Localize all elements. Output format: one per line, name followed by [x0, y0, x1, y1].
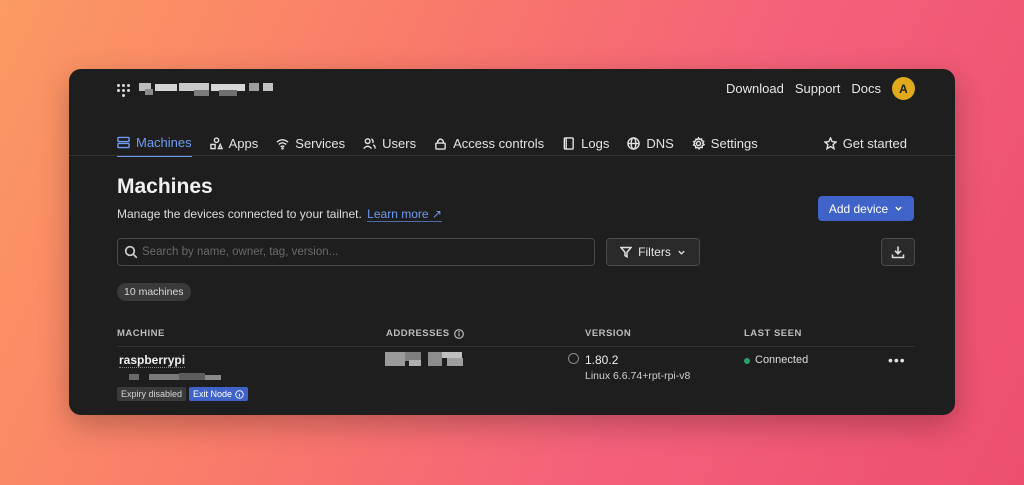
status-indicator — [744, 358, 750, 364]
filters-button[interactable]: Filters — [606, 238, 700, 266]
tab-machines[interactable]: Machines — [117, 127, 192, 157]
tab-users-label: Users — [382, 135, 417, 151]
column-header-version-label: VERSION — [585, 328, 632, 339]
column-header-machine[interactable]: MACHINE — [117, 328, 165, 339]
add-device-label: Add device — [828, 201, 889, 216]
search-box — [117, 238, 595, 266]
main-nav: Machines Apps Services Users Access cont… — [117, 127, 907, 157]
support-link[interactable]: Support — [795, 81, 841, 96]
machine-name[interactable]: raspberrypi — [119, 353, 186, 368]
docs-link[interactable]: Docs — [851, 81, 881, 96]
filters-label: Filters — [638, 245, 671, 259]
tab-dns[interactable]: DNS — [627, 127, 674, 157]
tab-settings[interactable]: Settings — [692, 127, 758, 157]
update-available-icon[interactable] — [568, 353, 579, 364]
column-header-machine-label: MACHINE — [117, 328, 165, 339]
exit-node-tag-label: Exit Node — [193, 389, 233, 399]
get-started-link[interactable]: Get started — [823, 127, 907, 157]
tab-machines-label: Machines — [136, 134, 192, 150]
wifi-icon — [276, 138, 289, 150]
subtitle-text: Manage the devices connected to your tai… — [117, 207, 362, 221]
add-device-button[interactable]: Add device — [818, 196, 914, 221]
tab-settings-label: Settings — [710, 135, 758, 151]
tab-users[interactable]: Users — [363, 127, 416, 157]
page-title: Machines — [117, 175, 213, 198]
column-header-version[interactable]: VERSION — [585, 328, 631, 339]
get-started-label: Get started — [842, 135, 907, 151]
row-menu-button[interactable]: ••• — [888, 352, 906, 368]
logo-icon[interactable] — [117, 84, 131, 97]
book-icon — [563, 136, 574, 150]
tab-logs-label: Logs — [581, 135, 610, 151]
page-subtitle: Manage the devices connected to your tai… — [117, 207, 442, 222]
apps-icon — [209, 136, 223, 149]
expiry-disabled-tag: Expiry disabled — [117, 387, 187, 401]
admin-window: Download Support Docs A Machines Apps Se… — [69, 69, 955, 415]
star-icon — [823, 136, 837, 150]
exit-node-tag[interactable]: Exit Node — [189, 387, 249, 401]
download-icon — [891, 246, 905, 259]
globe-icon — [627, 136, 641, 150]
version-number: 1.80.2 — [585, 353, 619, 367]
search-icon — [124, 245, 138, 259]
column-header-last-seen[interactable]: LAST SEEN — [744, 328, 802, 339]
os-version: Linux 6.6.74+rpt-rpi-v8 — [585, 370, 691, 382]
tab-services-label: Services — [295, 135, 346, 151]
tab-dns-label: DNS — [646, 135, 674, 151]
download-link[interactable]: Download — [726, 81, 784, 96]
users-icon — [363, 137, 377, 149]
top-bar: Download Support Docs A — [69, 69, 955, 113]
info-icon — [235, 389, 244, 399]
tab-apps[interactable]: Apps — [209, 127, 259, 157]
column-header-addresses[interactable]: ADDRESSES — [386, 328, 464, 339]
chevron-down-icon — [895, 206, 902, 211]
tab-access-controls-label: Access controls — [453, 135, 545, 151]
tab-access-controls[interactable]: Access controls — [434, 127, 544, 157]
redacted-tailnet-name — [139, 81, 273, 97]
column-header-last-seen-label: LAST SEEN — [744, 328, 802, 339]
search-input[interactable] — [142, 246, 582, 258]
tab-services[interactable]: Services — [276, 127, 345, 157]
table-header-divider — [117, 346, 915, 347]
tab-logs[interactable]: Logs — [562, 127, 609, 157]
server-icon — [117, 136, 130, 148]
lock-icon — [435, 137, 446, 150]
last-seen-status: Connected — [755, 354, 809, 366]
avatar[interactable]: A — [892, 77, 915, 100]
machine-count-badge: 10 machines — [117, 283, 191, 301]
chevron-down-icon — [678, 250, 685, 255]
nav-divider — [69, 155, 955, 156]
export-button[interactable] — [881, 238, 915, 266]
filter-icon — [620, 246, 633, 258]
tab-apps-label: Apps — [228, 135, 259, 151]
info-icon[interactable] — [453, 328, 464, 339]
gear-icon — [692, 136, 705, 150]
learn-more-link[interactable]: Learn more ↗ — [367, 207, 442, 222]
column-header-addresses-label: ADDRESSES — [386, 328, 450, 339]
